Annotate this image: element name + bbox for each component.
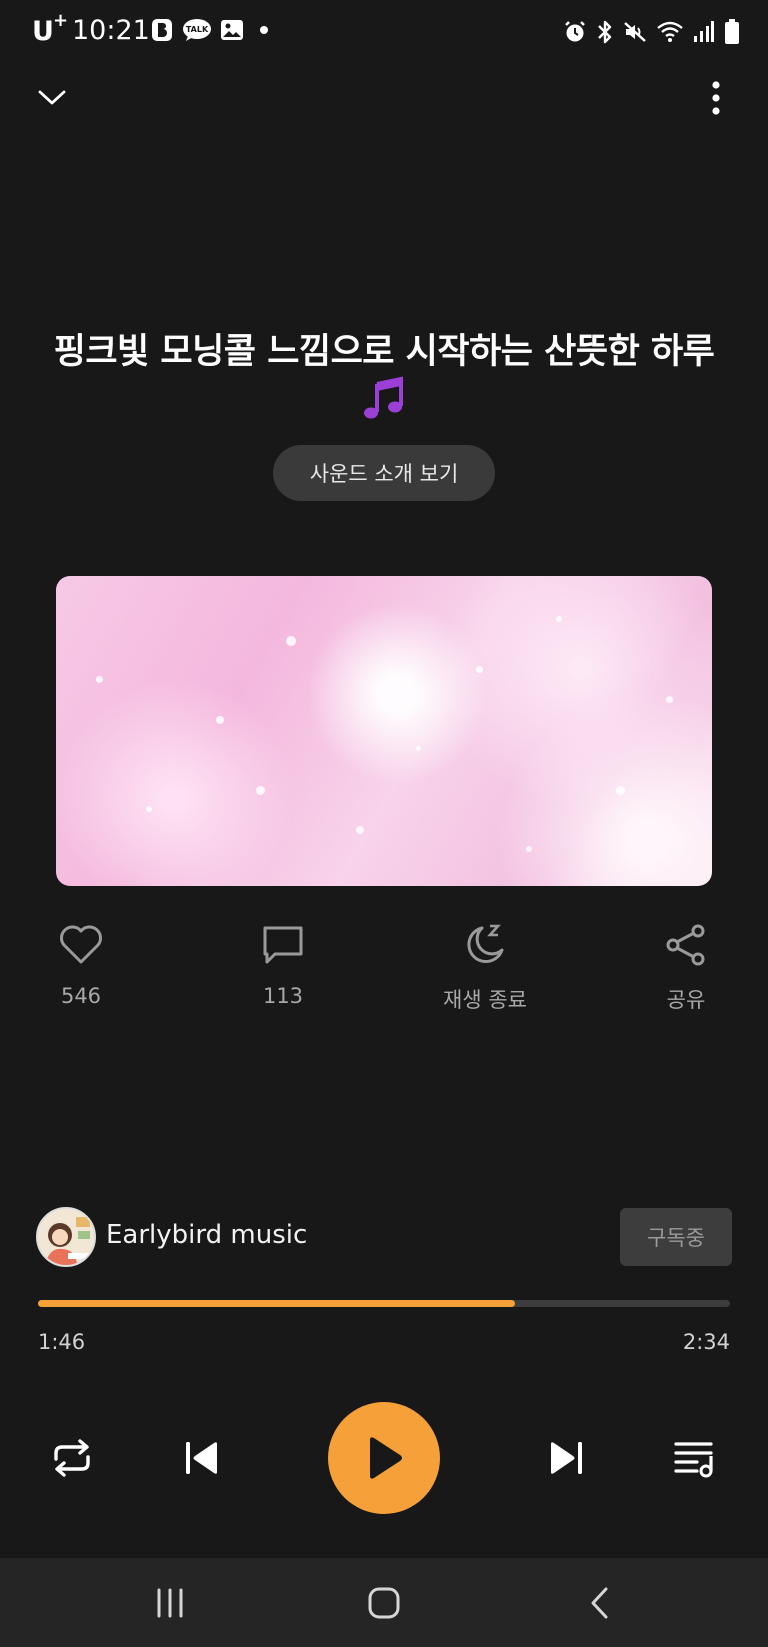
progress-bar[interactable] — [38, 1300, 730, 1307]
signal-icon — [693, 18, 715, 46]
skip-next-icon — [551, 1442, 582, 1474]
like-count: 546 — [60, 984, 102, 1008]
home-button[interactable] — [354, 1578, 414, 1628]
back-icon — [591, 1587, 608, 1619]
track-title: 핑크빛 모닝콜 느낌으로 시작하는 산뜻한 하루 — [53, 332, 715, 372]
action-row: 546 113 재생 종료 공유 — [0, 920, 768, 1020]
moon-sleep-icon — [460, 920, 510, 970]
home-icon — [368, 1587, 400, 1619]
like-button[interactable]: 546 — [16, 920, 146, 1008]
dot-icon — [252, 18, 276, 42]
recent-apps-icon — [157, 1588, 183, 1618]
mute-icon — [623, 18, 647, 46]
sleep-timer-button[interactable]: 재생 종료 — [420, 920, 550, 1014]
skip-previous-icon — [186, 1442, 217, 1474]
play-icon — [370, 1437, 402, 1479]
notification-icons: TALK — [150, 18, 276, 42]
previous-button[interactable] — [174, 1430, 230, 1486]
top-bar — [0, 70, 768, 140]
chevron-down-icon — [38, 90, 66, 105]
share-label: 공유 — [666, 988, 706, 1012]
progress-fill — [38, 1300, 516, 1307]
carrier-label: U+ — [32, 10, 68, 47]
gallery-icon — [220, 18, 244, 42]
back-button[interactable] — [570, 1578, 630, 1628]
music-note-icon — [0, 376, 768, 422]
sound-intro-button[interactable]: 사운드 소개 보기 — [273, 445, 495, 501]
recent-apps-button[interactable] — [140, 1578, 200, 1628]
next-button[interactable] — [538, 1430, 594, 1486]
system-nav-bar — [0, 1558, 768, 1647]
play-button[interactable] — [328, 1402, 440, 1514]
status-time: 10:21 — [72, 15, 150, 46]
bluetooth-icon — [596, 18, 614, 46]
status-bar: U+ 10:21 TALK — [0, 0, 768, 64]
alarm-icon — [563, 18, 587, 46]
share-icon — [661, 920, 711, 970]
repeat-button[interactable] — [44, 1430, 100, 1486]
heart-icon — [56, 920, 106, 970]
share-button[interactable]: 공유 — [621, 920, 751, 1014]
channel-name[interactable]: Earlybird music — [106, 1220, 307, 1250]
comment-count: 113 — [262, 984, 304, 1008]
talk-badge-text: TALK — [186, 25, 209, 34]
comment-icon — [258, 920, 308, 970]
collapse-button[interactable] — [30, 76, 74, 120]
channel-avatar[interactable] — [36, 1207, 96, 1267]
comment-button[interactable]: 113 — [218, 920, 348, 1008]
track-artwork — [56, 576, 712, 886]
repeat-icon — [54, 1439, 90, 1477]
playlist-icon — [674, 1442, 713, 1478]
transport-controls — [0, 1400, 768, 1516]
more-options-button[interactable] — [694, 72, 738, 124]
channel-row: Earlybird music 구독중 — [36, 1205, 732, 1269]
kakaotalk-icon: TALK — [182, 18, 212, 42]
battery-icon — [724, 18, 740, 46]
elapsed-time: 1:46 — [38, 1330, 86, 1354]
more-vertical-icon — [712, 81, 720, 115]
subscribe-button[interactable]: 구독중 — [620, 1208, 732, 1266]
total-time: 2:34 — [682, 1330, 730, 1354]
sleep-timer-label: 재생 종료 — [443, 988, 527, 1012]
wifi-icon — [656, 18, 684, 46]
b-app-icon — [150, 18, 174, 42]
system-icons — [563, 18, 740, 46]
playlist-button[interactable] — [668, 1430, 724, 1486]
